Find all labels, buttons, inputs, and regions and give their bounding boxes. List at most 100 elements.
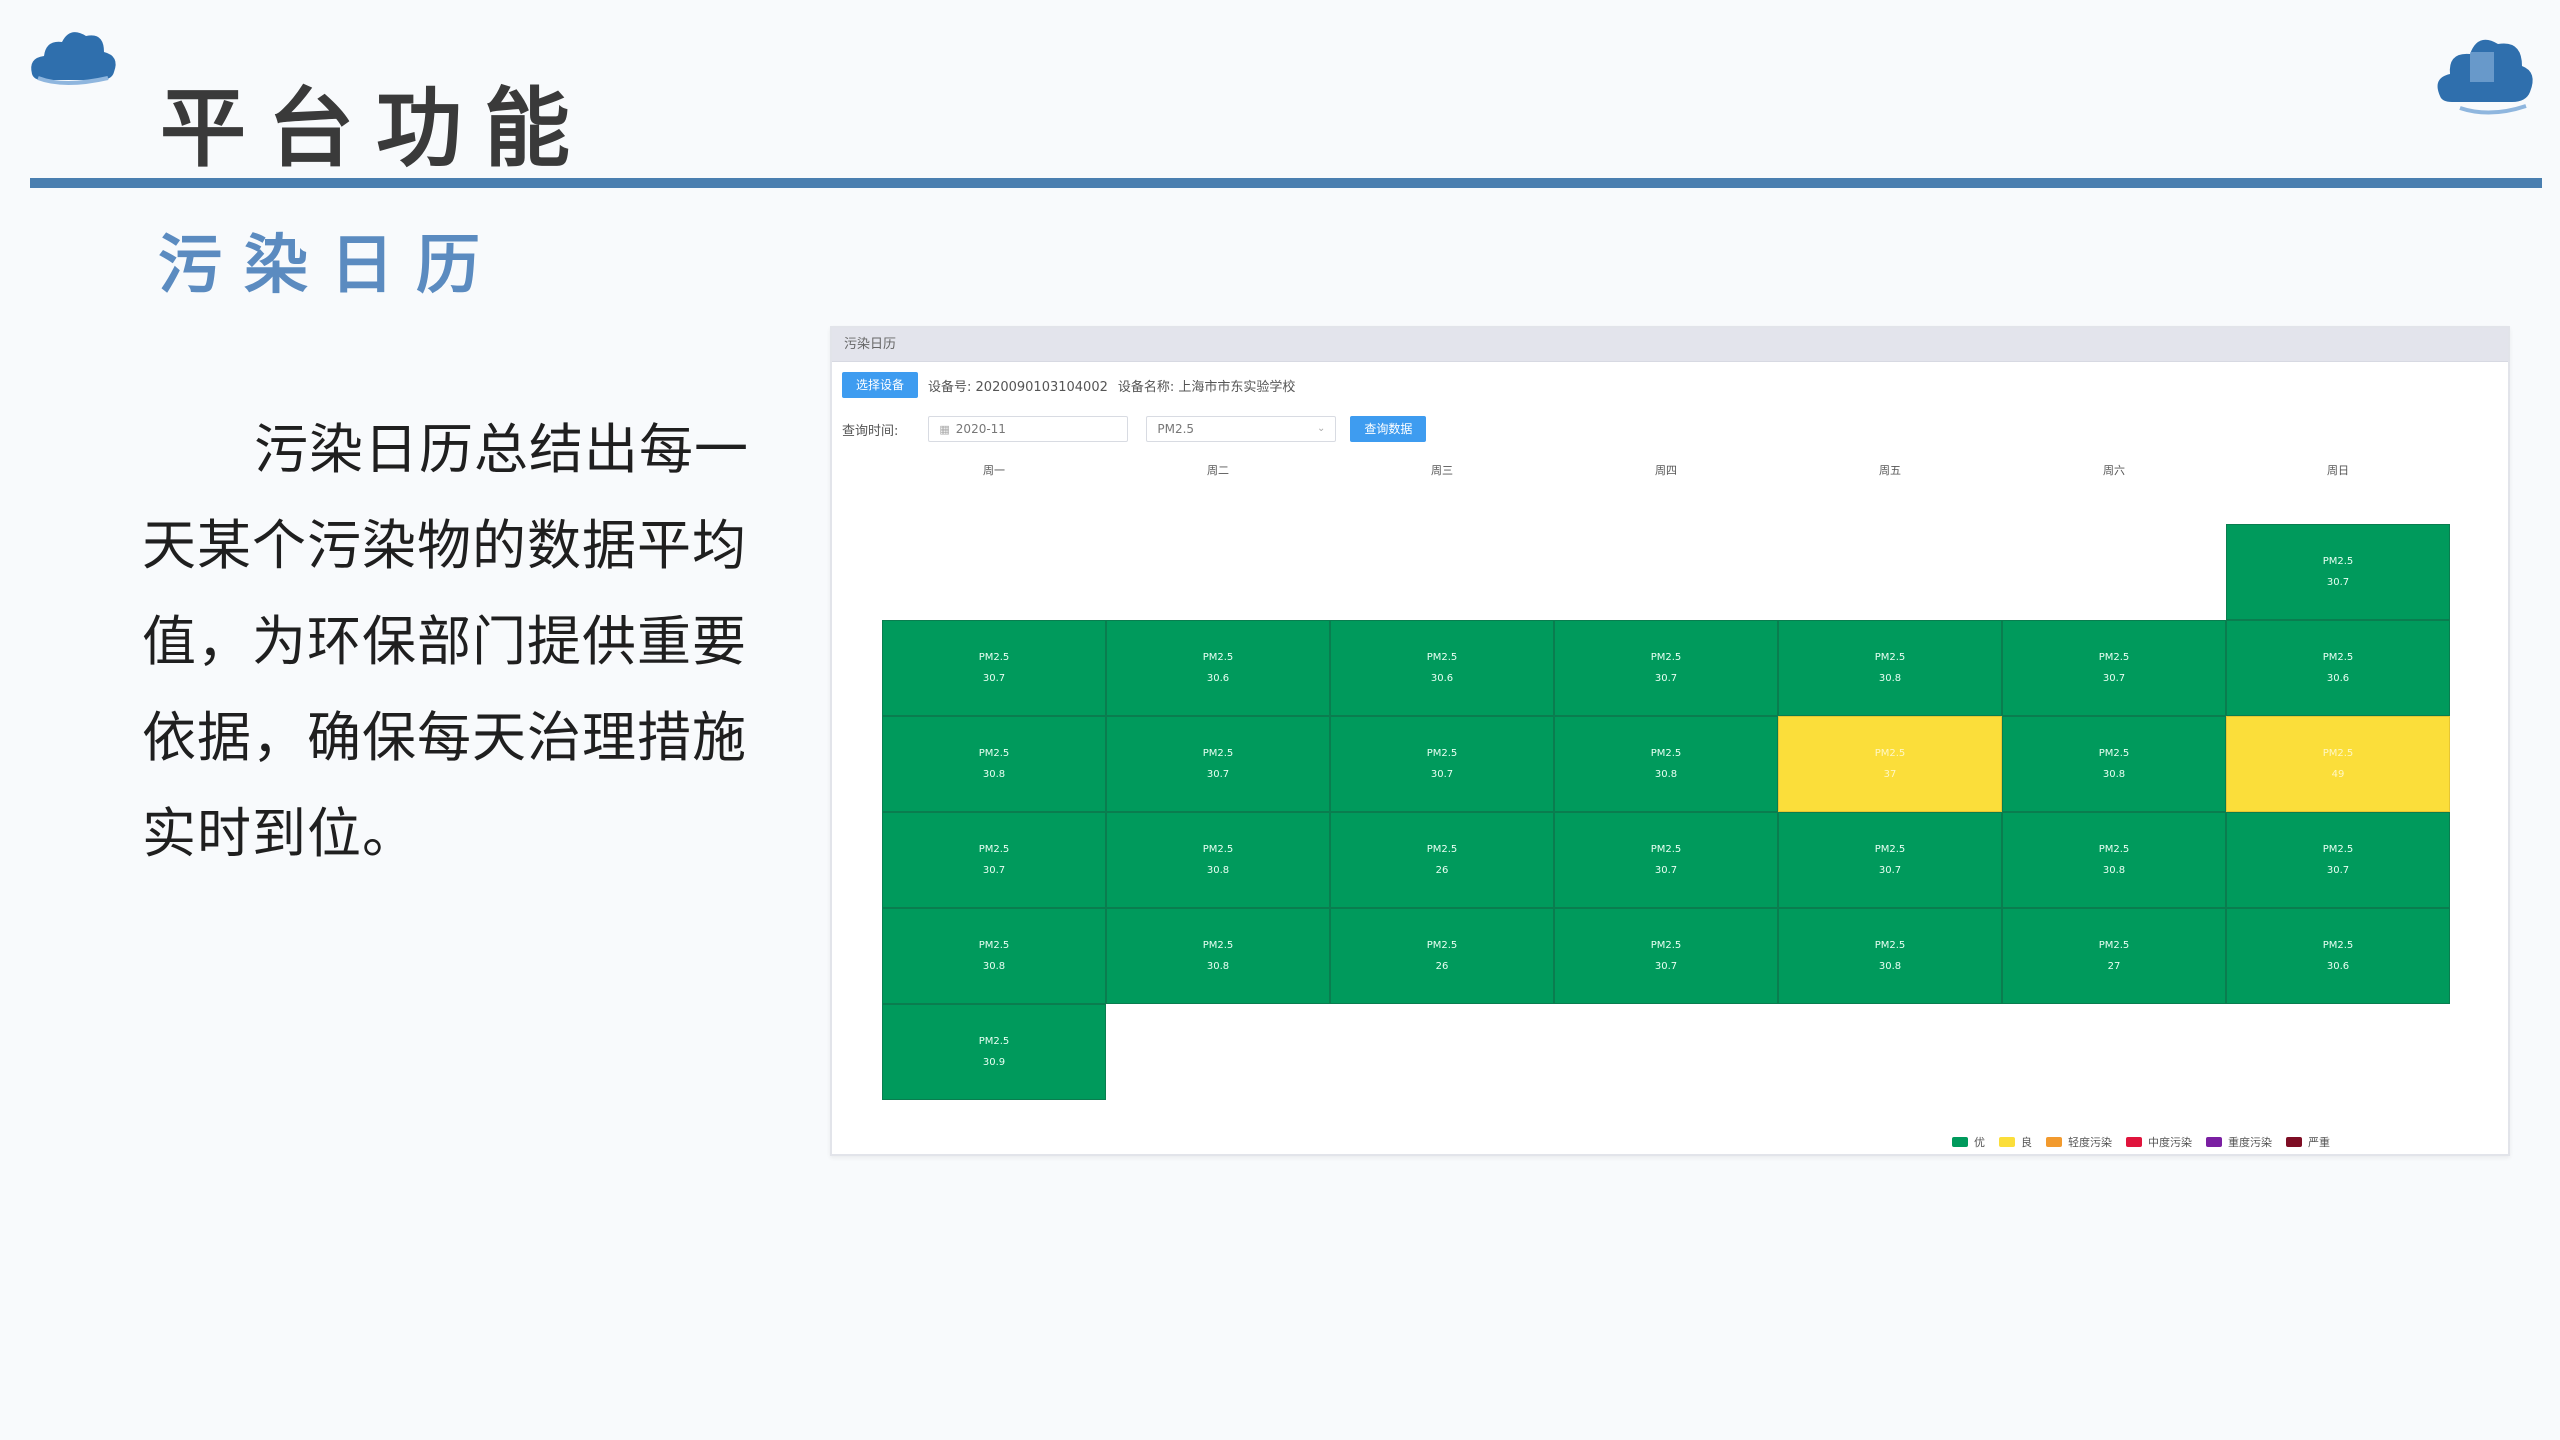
legend-item[interactable]: 良: [1999, 1134, 2032, 1150]
legend-item[interactable]: 严重: [2286, 1134, 2330, 1150]
pollutant-name: PM2.5: [2098, 652, 2130, 663]
calendar-day-cell[interactable]: PM2.5 27: [2002, 908, 2226, 1004]
pollutant-average: 30.8: [1206, 961, 1230, 972]
query-row: 查询时间: ▦ 2020-11 PM2.5 ⌄ 查询数据: [842, 416, 1427, 442]
calendar-grid: PM2.5 30.7 PM2.5 30.7 PM2.5 30.6 PM2.5 30.6 PM2.…: [882, 524, 2452, 1104]
pollutant-name: PM2.5: [1650, 748, 1682, 759]
calendar-day-cell[interactable]: PM2.5 30.7: [1778, 812, 2002, 908]
pollutant-average: 30.6: [2326, 961, 2350, 972]
calendar-icon: ▦: [939, 423, 950, 436]
pollutant-name: PM2.5: [1202, 748, 1234, 759]
weekday-label: 周日: [2327, 464, 2349, 477]
calendar-day-cell[interactable]: PM2.5 30.7: [2002, 620, 2226, 716]
description-text: 污染日历总结出每一天某个污染物的数据平均值，为环保部门提供重要依据，确保每天治理…: [142, 418, 749, 865]
calendar-day-cell[interactable]: PM2.5 30.7: [882, 620, 1106, 716]
pollutant-average: 30.8: [1878, 961, 1902, 972]
pollutant-average: 26: [1435, 961, 1449, 972]
query-time-label: 查询时间:: [842, 423, 899, 439]
calendar-day-cell[interactable]: PM2.5 30.7: [1106, 716, 1330, 812]
pollutant-name: PM2.5: [1874, 652, 1906, 663]
calendar-day-cell[interactable]: PM2.5 26: [1330, 812, 1554, 908]
pollutant-name: PM2.5: [2098, 844, 2130, 855]
pollutant-name: PM2.5: [978, 1036, 1010, 1047]
legend-label: 轻度污染: [2068, 1136, 2112, 1149]
pollutant-average: 30.9: [982, 1057, 1006, 1068]
legend-item[interactable]: 重度污染: [2206, 1134, 2272, 1150]
calendar-day-cell[interactable]: PM2.5 49: [2226, 716, 2450, 812]
legend-item[interactable]: 中度污染: [2126, 1134, 2192, 1150]
calendar-day-cell[interactable]: PM2.5 30.6: [1330, 620, 1554, 716]
pollutant-average: 30.7: [2102, 673, 2126, 684]
pollutant-average: 27: [2107, 961, 2121, 972]
calendar-day-cell[interactable]: PM2.5 30.7: [1330, 716, 1554, 812]
pollutant-name: PM2.5: [2322, 652, 2354, 663]
pollutant-name: PM2.5: [1426, 652, 1458, 663]
legend-label: 重度污染: [2228, 1136, 2272, 1149]
pollutant-name: PM2.5: [1426, 748, 1458, 759]
pollutant-average: 30.7: [1206, 769, 1230, 780]
pollutant-average: 30.8: [982, 961, 1006, 972]
weekday-label: 周一: [983, 464, 1005, 477]
calendar-day-cell[interactable]: PM2.5 30.8: [1106, 908, 1330, 1004]
pollutant-name: PM2.5: [1874, 748, 1906, 759]
pollutant-name: PM2.5: [2322, 556, 2354, 567]
legend-item[interactable]: 优: [1952, 1134, 1985, 1150]
pollutant-average: 30.8: [982, 769, 1006, 780]
weekday-header: 周一 周二 周三 周四 周五 周六 周日: [882, 462, 2452, 482]
pollutant-name: PM2.5: [1650, 940, 1682, 951]
pollutant-average: 30.7: [1654, 961, 1678, 972]
pollutant-name: PM2.5: [2322, 748, 2354, 759]
window-title: 污染日历: [832, 328, 2508, 362]
calendar-day-cell[interactable]: PM2.5 30.7: [2226, 812, 2450, 908]
pollutant-average: 30.6: [2326, 673, 2350, 684]
calendar-day-cell[interactable]: PM2.5 30.7: [1554, 908, 1778, 1004]
cloud-icon: [2437, 39, 2533, 115]
legend: 优 良 轻度污染 中度污染 重度污染 严重: [1952, 1134, 2338, 1150]
calendar-day-cell[interactable]: PM2.5 30.7: [882, 812, 1106, 908]
pollutant-name: PM2.5: [1426, 844, 1458, 855]
calendar-day-cell[interactable]: PM2.5 30.8: [1106, 812, 1330, 908]
calendar-day-cell[interactable]: PM2.5 37: [1778, 716, 2002, 812]
legend-swatch: [1999, 1137, 2015, 1147]
device-number: 设备号: 2020090103104002: [928, 379, 1108, 395]
pollutant-name: PM2.5: [2098, 748, 2130, 759]
cloud-icon: [31, 32, 116, 85]
calendar-day-cell[interactable]: PM2.5 30.8: [882, 908, 1106, 1004]
calendar-day-cell[interactable]: PM2.5 30.8: [2002, 716, 2226, 812]
calendar-day-cell[interactable]: PM2.5 30.8: [2002, 812, 2226, 908]
month-picker[interactable]: ▦ 2020-11: [928, 416, 1129, 442]
calendar-day-cell[interactable]: PM2.5 30.7: [1554, 812, 1778, 908]
calendar-day-cell[interactable]: PM2.5 30.8: [882, 716, 1106, 812]
calendar-day-cell[interactable]: PM2.5 30.7: [1554, 620, 1778, 716]
query-data-button[interactable]: 查询数据: [1350, 416, 1427, 442]
pollutant-name: PM2.5: [978, 844, 1010, 855]
legend-label: 优: [1974, 1136, 1985, 1149]
pollutant-name: PM2.5: [978, 652, 1010, 663]
section-title: 污染日历: [158, 229, 502, 303]
pollutant-average: 30.8: [2102, 769, 2126, 780]
calendar-day-cell[interactable]: PM2.5 30.6: [2226, 908, 2450, 1004]
calendar-day-cell[interactable]: PM2.5 30.6: [2226, 620, 2450, 716]
device-row: 选择设备 设备号: 2020090103104002 设备名称: 上海市市东实验…: [842, 372, 1295, 398]
legend-swatch: [2286, 1137, 2302, 1147]
calendar-day-cell[interactable]: PM2.5 30.8: [1778, 620, 2002, 716]
pollutant-name: PM2.5: [2322, 940, 2354, 951]
calendar-day-cell[interactable]: PM2.5 30.8: [1778, 908, 2002, 1004]
select-device-button[interactable]: 选择设备: [842, 372, 919, 398]
legend-item[interactable]: 轻度污染: [2046, 1134, 2112, 1150]
pollutant-average: 30.8: [1654, 769, 1678, 780]
pollutant-average: 30.7: [2326, 577, 2350, 588]
pollutant-select[interactable]: PM2.5 ⌄: [1146, 416, 1337, 442]
calendar-day-cell[interactable]: PM2.5 30.8: [1554, 716, 1778, 812]
calendar-day-cell[interactable]: PM2.5 30.6: [1106, 620, 1330, 716]
calendar-day-cell[interactable]: PM2.5 30.7: [2226, 524, 2450, 620]
page-title: 平台功能: [160, 79, 592, 179]
pollutant-average: 30.7: [2326, 865, 2350, 876]
calendar-day-cell[interactable]: PM2.5 30.9: [882, 1004, 1106, 1100]
pollutant-name: PM2.5: [978, 940, 1010, 951]
month-value: 2020-11: [955, 422, 1006, 436]
legend-swatch: [1952, 1137, 1968, 1147]
pollutant-average: 30.7: [982, 865, 1006, 876]
calendar-day-cell[interactable]: PM2.5 26: [1330, 908, 1554, 1004]
pollutant-name: PM2.5: [1202, 652, 1234, 663]
